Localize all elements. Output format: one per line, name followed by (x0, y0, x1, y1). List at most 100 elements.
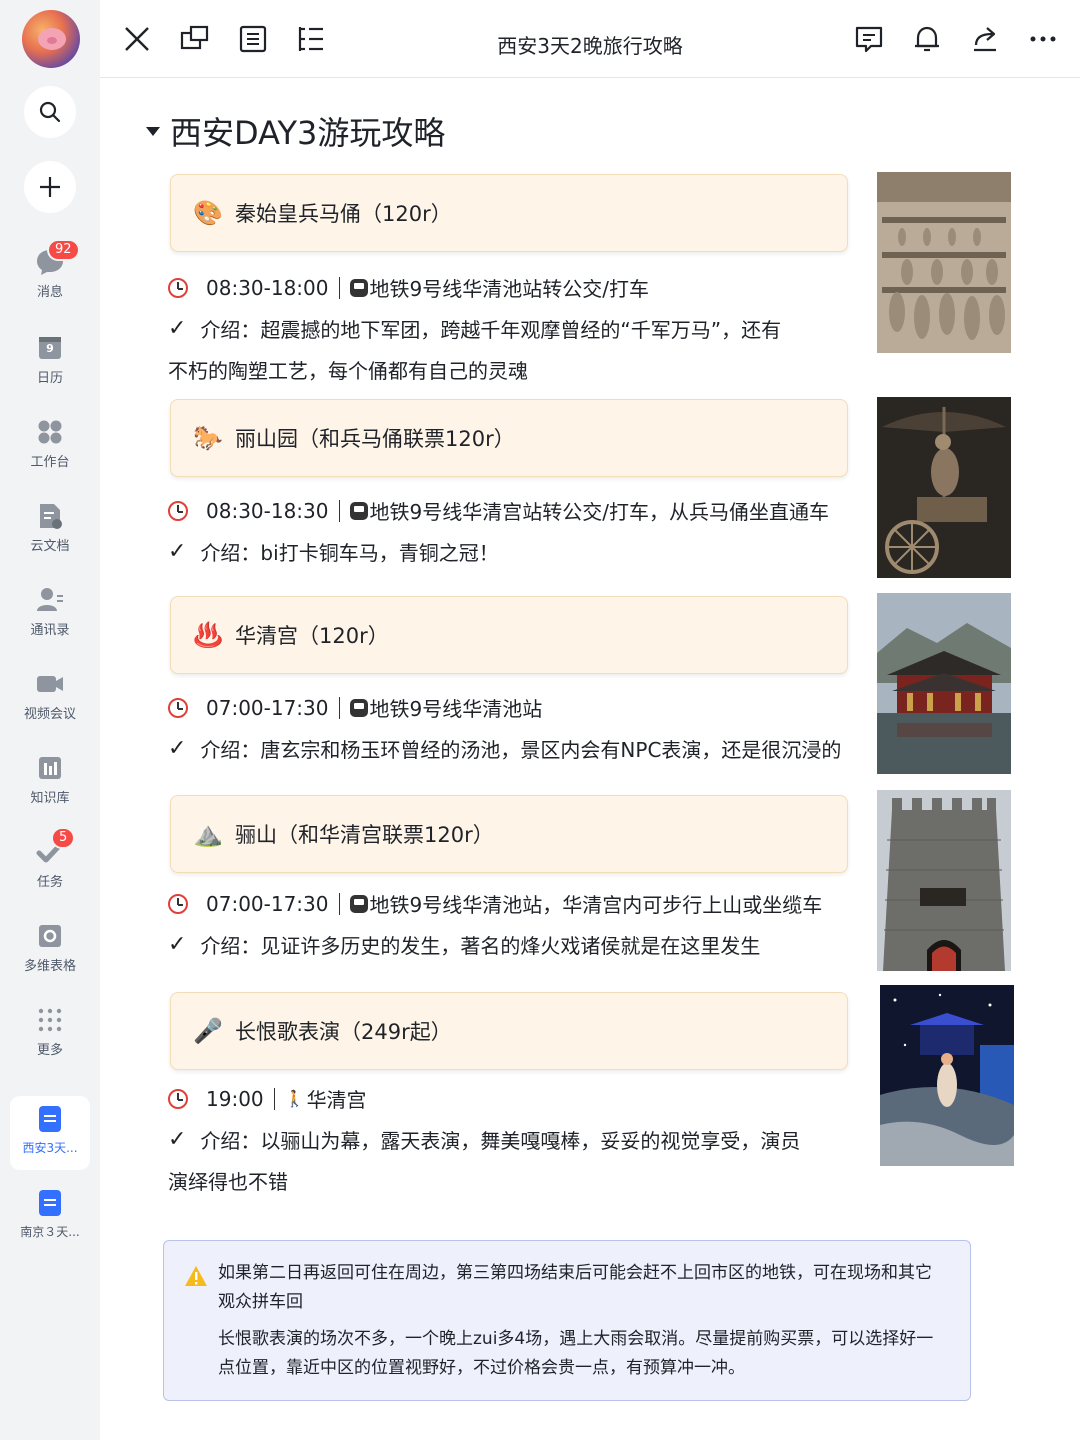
huaqing-palace-photo[interactable] (877, 593, 1011, 774)
check-icon: ✓ (168, 539, 187, 564)
everlasting-regret-show-photo[interactable] (880, 985, 1014, 1166)
metro-icon (349, 501, 368, 520)
base-icon (39, 925, 61, 947)
collapse-triangle-icon[interactable] (146, 126, 160, 136)
share-button[interactable] (968, 22, 1002, 56)
doc-info-button[interactable] (236, 22, 270, 56)
alarm-clock-icon (168, 697, 188, 718)
search-icon (39, 101, 61, 123)
sidebar-item-workplace[interactable]: 工作台 (0, 417, 100, 470)
terracotta-army-photo[interactable] (877, 172, 1011, 353)
list-doc-icon (239, 25, 267, 53)
sidebar-item-label: 通讯录 (30, 623, 70, 638)
comments-button[interactable] (852, 22, 886, 56)
spot-intro-line: ✓ 介绍：以骊山为幕，露天表演，舞美嘎嘎棒，妥妥的视觉享受，演员 (168, 1125, 800, 1154)
spot-name: 长恨歌表演（249r起） (235, 1020, 452, 1044)
close-button[interactable] (120, 22, 154, 56)
divider (273, 1087, 275, 1110)
page-heading-text: 西安DAY3游玩攻略 (170, 114, 446, 152)
new-window-button[interactable] (178, 22, 212, 56)
spot-callout-everlasting-regret: 🎤 长恨歌表演（249r起） (170, 992, 848, 1070)
spot-name: 华清宫（120r） (235, 624, 389, 648)
spot-intro-continued: 演绎得也不错 (168, 1170, 288, 1194)
tip-callout: 如果第二日再返回可住在周边，第三第四场结束后可能会赶不上回市区的地铁，可在现场和… (163, 1240, 971, 1401)
spot-transport: 地铁9号线华清池站，华清宫内可步行上山或坐缆车 (369, 893, 823, 917)
sidebar-item-video-meeting[interactable]: 视频会议 (0, 669, 100, 722)
spot-callout-huaqing-palace: ♨️ 华清宫（120r） (170, 596, 848, 674)
video-icon (37, 676, 63, 692)
lishan-tower-photo[interactable] (877, 790, 1011, 971)
sidebar-item-wiki[interactable]: 知识库 (0, 753, 100, 806)
alarm-clock-icon (168, 1088, 188, 1109)
calendar-day: 9 (46, 342, 54, 355)
tasks-badge: 5 (51, 827, 76, 849)
sidebar-doc-label: 西安3天... (22, 1141, 78, 1155)
add-button[interactable] (24, 161, 76, 213)
outline-icon (298, 27, 323, 51)
microphone-emoji-icon: 🎤 (193, 1017, 223, 1045)
tip-paragraph-1: 如果第二日再返回可住在周边，第三第四场结束后可能会赶不上回市区的地铁，可在现场和… (218, 1263, 932, 1312)
sidebar-item-base[interactable]: 多维表格 (0, 921, 100, 974)
doc-icon (39, 1106, 61, 1132)
bell-icon (915, 26, 939, 52)
spot-intro: 介绍：见证许多历史的发生，著名的烽火戏诸侯就是在这里发生 (200, 934, 761, 958)
spot-name: 丽山园（和兵马俑联票120r） (235, 427, 515, 451)
walking-person-icon: 🚶 (284, 1089, 305, 1108)
spot-intro: 介绍：超震撼的地下军团，跨越千年观摩曾经的“千军万马”，还有 (200, 318, 782, 342)
plus-icon (40, 177, 60, 197)
spot-transport: 华清宫 (306, 1088, 367, 1112)
metro-icon (349, 894, 368, 913)
sidebar-item-messages[interactable]: 92 消息 (0, 239, 100, 300)
wiki-icon (39, 757, 61, 779)
bronze-chariot-photo[interactable] (877, 397, 1011, 578)
spot-intro-line: ✓ 介绍：唐玄宗和杨玉环曾经的汤池，景区内会有NPC表演，还是很沉浸的 (168, 734, 841, 763)
spot-intro: 介绍：唐玄宗和杨玉环曾经的汤池，景区内会有NPC表演，还是很沉浸的 (200, 738, 842, 762)
sidebar-item-tasks[interactable]: 5 任务 (0, 827, 100, 890)
spot-intro-continued: 不朽的陶塑工艺，每个俑都有自己的灵魂 (168, 359, 528, 383)
divider (338, 696, 340, 719)
spot-time: 08:30-18:30 (206, 498, 329, 523)
avatar[interactable] (22, 10, 80, 68)
check-icon: ✓ (168, 932, 187, 957)
spot-callout-lishanyuan: 🐎 丽山园（和兵马俑联票120r） (170, 399, 848, 477)
grid-icon (38, 420, 62, 444)
divider (338, 499, 340, 522)
doc-title: 西安3天2晚旅行攻略 (497, 34, 683, 58)
comment-icon (855, 26, 883, 53)
spot-time-line: 19:00 🚶 华清宫 (168, 1084, 367, 1113)
spot-intro: 介绍：bi打卡铜车马，青铜之冠！ (200, 541, 499, 565)
notifications-button[interactable] (910, 22, 944, 56)
sidebar-item-label: 更多 (36, 1043, 63, 1058)
sidebar-item-calendar[interactable]: 9 日历 (0, 333, 100, 386)
sidebar-doc-xian[interactable]: 西安3天... (10, 1096, 90, 1170)
contacts-icon (37, 588, 63, 611)
metro-icon (349, 698, 368, 717)
sidebar-item-label: 云文档 (30, 539, 70, 554)
spot-time: 07:00-17:30 (206, 695, 329, 720)
spot-callout-lishan: ⛰️ 骊山（和华清宫联票120r） (170, 795, 848, 873)
sidebar-item-label: 知识库 (30, 791, 70, 806)
sidebar-item-cloud-docs[interactable]: 云文档 (0, 501, 100, 554)
check-icon: ✓ (168, 1127, 187, 1152)
search-button[interactable] (24, 86, 76, 138)
outline-button[interactable] (294, 22, 328, 56)
sidebar-doc-nanjing[interactable]: 南京３天... (10, 1180, 90, 1254)
more-button[interactable] (1026, 22, 1060, 56)
check-icon: ✓ (168, 736, 187, 761)
spot-time: 19:00 (206, 1086, 264, 1111)
messages-badge: 92 (47, 239, 80, 261)
more-dots-icon (38, 1008, 62, 1032)
more-horizontal-icon (1030, 36, 1056, 42)
sidebar-item-more[interactable]: 更多 (0, 1005, 100, 1058)
page-heading[interactable]: 西安DAY3游玩攻略 (146, 108, 445, 154)
divider (338, 892, 340, 915)
palette-emoji-icon: 🎨 (193, 199, 223, 227)
spot-time-line: 08:30-18:00 地铁9号线华清池站转公交/打车 (168, 273, 649, 302)
sidebar-item-label: 日历 (36, 371, 63, 386)
warning-icon (185, 1266, 207, 1286)
sidebar: 92 消息 9 日历 工作台 云文档 通讯录 视频会议 知识库 5 任务 多维表… (0, 0, 100, 1440)
sidebar-doc-label: 南京３天... (20, 1225, 80, 1239)
spot-name: 秦始皇兵马俑（120r） (235, 202, 452, 226)
sidebar-item-contacts[interactable]: 通讯录 (0, 585, 100, 638)
spot-time-line: 08:30-18:30 地铁9号线华清宫站转公交/打车，从兵马俑坐直通车 (168, 496, 829, 525)
